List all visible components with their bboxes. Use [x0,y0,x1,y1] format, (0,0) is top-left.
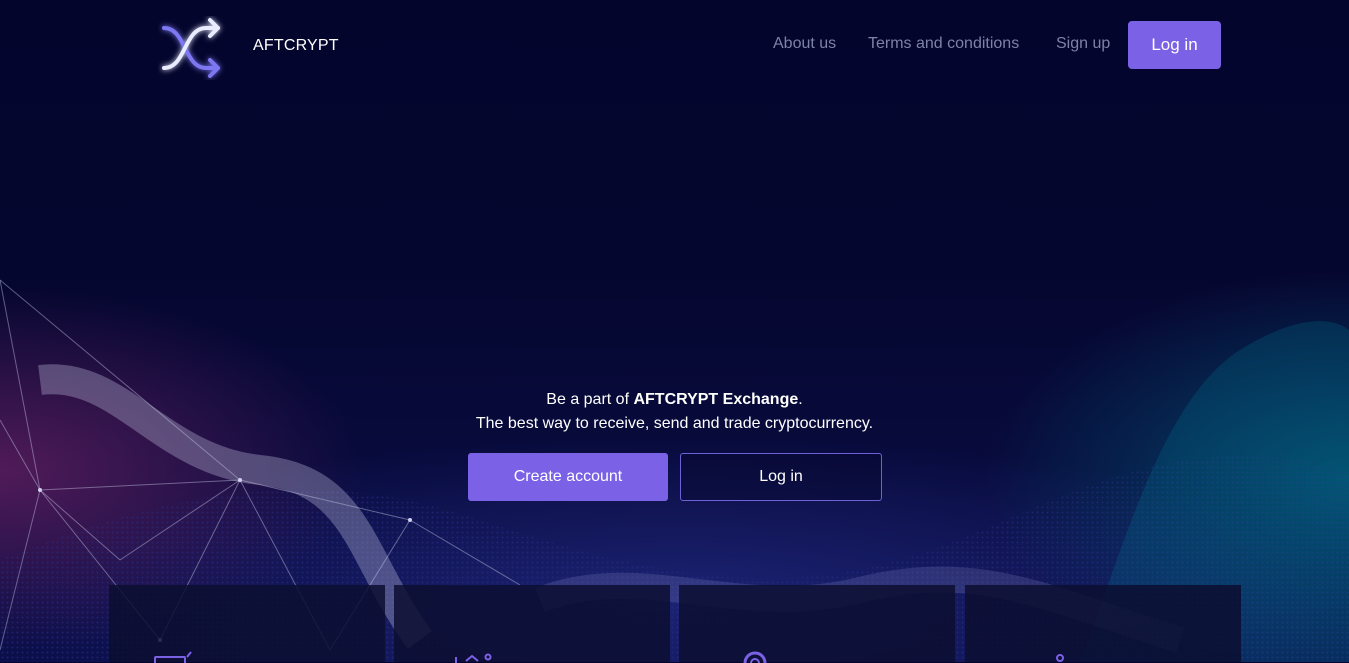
hero-tagline-prefix: Be a part of [546,391,634,408]
feature-card [394,585,670,663]
header-login-button[interactable]: Log in [1128,21,1221,69]
transfer-icon [455,653,492,663]
hero-tagline: Be a part of AFTCRYPT Exchange. [0,391,1349,409]
create-account-button[interactable]: Create account [468,453,668,501]
feature-card [965,585,1241,662]
hero-subtitle: The best way to receive, send and trade … [475,415,874,432]
hero-tagline-suffix: . [798,391,803,408]
nav-about-link[interactable]: About us [773,35,836,53]
feature-card [109,585,385,663]
aftcrypt-logo-icon[interactable] [158,16,226,80]
user-icon [1056,654,1064,662]
nav-terms-link[interactable]: Terms and conditions [868,35,1019,53]
hero-login-button[interactable]: Log in [680,453,882,501]
hero-tagline-brand: AFTCRYPT Exchange [633,391,799,408]
feature-cards [109,585,1241,663]
site-header: AFTCRYPT About us Terms and conditions S… [0,0,1349,95]
gear-icon [743,651,767,663]
feature-card [679,585,955,663]
wallet-icon [154,651,192,663]
nav-signup-link[interactable]: Sign up [1056,35,1110,53]
wave-mesh-decoration [0,279,1349,662]
brand-name[interactable]: AFTCRYPT [253,37,339,55]
